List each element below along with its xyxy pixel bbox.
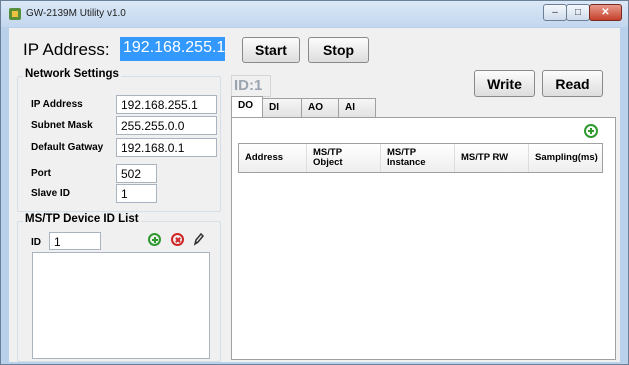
id-label: ID — [31, 237, 41, 248]
slave-id-field[interactable]: 1 — [116, 184, 157, 203]
ip-address-label: IP Address: — [23, 40, 110, 59]
column-header-rw[interactable]: MS/TP RW — [455, 144, 529, 172]
column-header-object[interactable]: MS/TP Object — [307, 144, 381, 172]
minimize-button[interactable]: – — [543, 4, 567, 21]
network-settings-title: Network Settings — [23, 68, 121, 80]
read-button[interactable]: Read — [542, 70, 603, 97]
column-header-instance[interactable]: MS/TP Instance — [381, 144, 455, 172]
port-field[interactable]: 502 — [116, 164, 157, 183]
column-header-sampling[interactable]: Sampling(ms) — [529, 144, 602, 172]
window-title: GW-2139M Utility v1.0 — [26, 8, 126, 19]
write-button[interactable]: Write — [474, 70, 535, 97]
client-area: IP Address: 192.168.255.1 Start Stop Net… — [9, 28, 620, 362]
tab-di[interactable]: DI — [262, 98, 302, 117]
start-button[interactable]: Start — [242, 37, 300, 63]
plus-circle-icon[interactable] — [148, 233, 161, 246]
device-id-listbox[interactable] — [32, 252, 210, 359]
tab-ai[interactable]: AI — [338, 98, 376, 117]
app-icon — [9, 8, 21, 20]
x-circle-icon[interactable] — [171, 233, 184, 246]
maximize-button[interactable]: □ — [566, 4, 590, 21]
ip-address-field[interactable]: 192.168.255.1 — [116, 95, 217, 114]
subnet-mask-field[interactable]: 255.255.0.0 — [116, 116, 217, 135]
device-id-field[interactable]: 1 — [49, 232, 101, 250]
tab-ao[interactable]: AO — [301, 98, 339, 117]
plus-circle-icon[interactable] — [584, 124, 598, 138]
mstp-list-title: MS/TP Device ID List — [23, 213, 141, 225]
ip-address-field-label: IP Address — [31, 99, 83, 110]
tab-do[interactable]: DO — [231, 96, 263, 117]
slave-id-label: Slave ID — [31, 188, 70, 199]
title-bar: GW-2139M Utility v1.0 – □ ✕ — [1, 1, 628, 27]
pencil-icon[interactable] — [193, 232, 205, 246]
app-window: GW-2139M Utility v1.0 – □ ✕ IP Address: … — [0, 0, 629, 365]
column-header-address[interactable]: Address — [239, 144, 307, 172]
port-label: Port — [31, 168, 51, 179]
ip-address-input[interactable]: 192.168.255.1 — [120, 37, 225, 61]
table-header: Address MS/TP Object MS/TP Instance MS/T… — [238, 143, 603, 173]
device-id-badge: ID:1 — [231, 75, 271, 97]
subnet-mask-label: Subnet Mask — [31, 120, 93, 131]
close-button[interactable]: ✕ — [589, 4, 622, 21]
default-gateway-field[interactable]: 192.168.0.1 — [116, 138, 217, 157]
default-gateway-label: Default Gatway — [31, 142, 104, 153]
stop-button[interactable]: Stop — [308, 37, 369, 63]
